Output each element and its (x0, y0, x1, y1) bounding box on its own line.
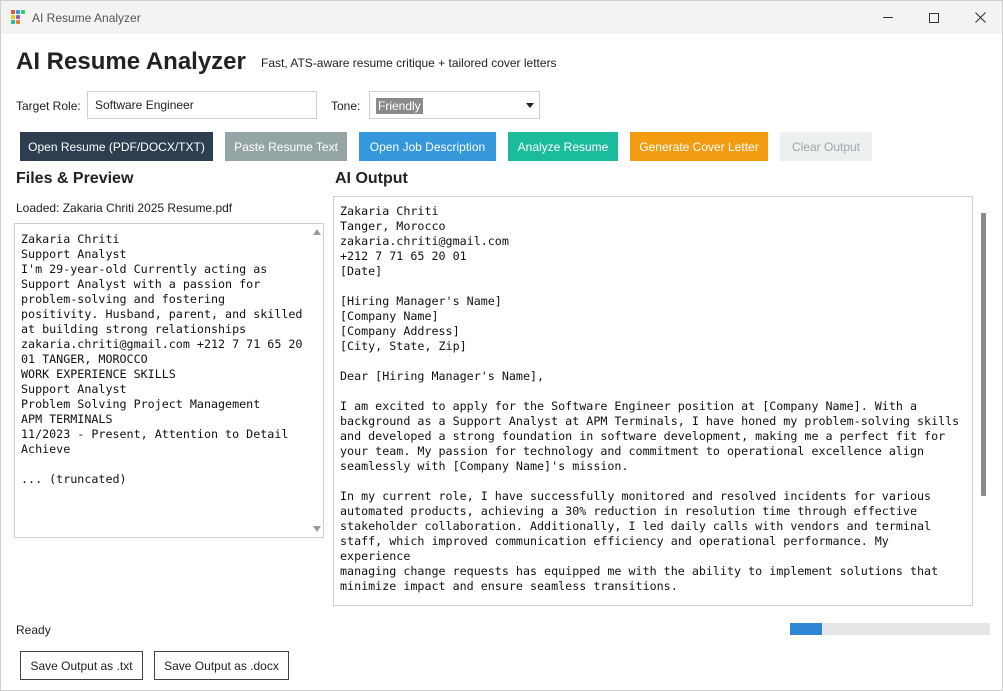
scroll-down-icon[interactable] (313, 526, 321, 532)
output-scrollbar-thumb[interactable] (981, 213, 986, 496)
files-preview-heading: Files & Preview (16, 170, 134, 187)
tone-label: Tone: (331, 99, 361, 113)
scroll-up-icon[interactable] (313, 229, 321, 235)
maximize-icon[interactable] (911, 1, 957, 34)
status-text: Ready (16, 623, 51, 637)
window-title: AI Resume Analyzer (32, 11, 141, 25)
tone-selected-value: Friendly (376, 98, 423, 114)
save-txt-button[interactable]: Save Output as .txt (20, 651, 143, 680)
title-bar[interactable]: AI Resume Analyzer (1, 1, 1002, 34)
target-role-label: Target Role: (16, 99, 81, 113)
app-window: AI Resume Analyzer AI Resume Analyzer Fa… (0, 0, 1003, 691)
page-subtitle: Fast, ATS-aware resume critique + tailor… (261, 56, 557, 70)
ai-output-text: Zakaria Chriti Tanger, Morocco zakaria.c… (340, 204, 960, 593)
resume-preview-text: Zakaria Chriti Support Analyst I'm 29-ye… (21, 232, 303, 486)
tone-select[interactable]: Friendly (369, 91, 540, 119)
clear-output-button[interactable]: Clear Output (780, 132, 872, 161)
save-docx-button[interactable]: Save Output as .docx (154, 651, 289, 680)
progress-bar-fill (790, 623, 822, 635)
progress-bar (790, 623, 990, 635)
chevron-down-icon (526, 103, 534, 108)
ai-output-textbox[interactable]: Zakaria Chriti Tanger, Morocco zakaria.c… (333, 196, 973, 606)
target-role-input[interactable]: Software Engineer (87, 91, 317, 119)
minimize-icon[interactable] (865, 1, 911, 34)
loaded-file-label: Loaded: Zakaria Chriti 2025 Resume.pdf (16, 201, 233, 215)
open-job-description-button[interactable]: Open Job Description (359, 132, 496, 161)
resume-preview-textbox[interactable]: Zakaria Chriti Support Analyst I'm 29-ye… (14, 223, 324, 538)
ai-output-heading: AI Output (335, 170, 408, 187)
analyze-resume-button[interactable]: Analyze Resume (508, 132, 618, 161)
paste-resume-button[interactable]: Paste Resume Text (225, 132, 347, 161)
app-logo-icon (11, 10, 25, 24)
open-resume-button[interactable]: Open Resume (PDF/DOCX/TXT) (20, 132, 213, 161)
close-icon[interactable] (957, 1, 1003, 34)
page-title: AI Resume Analyzer (16, 48, 246, 75)
generate-cover-letter-button[interactable]: Generate Cover Letter (630, 132, 768, 161)
